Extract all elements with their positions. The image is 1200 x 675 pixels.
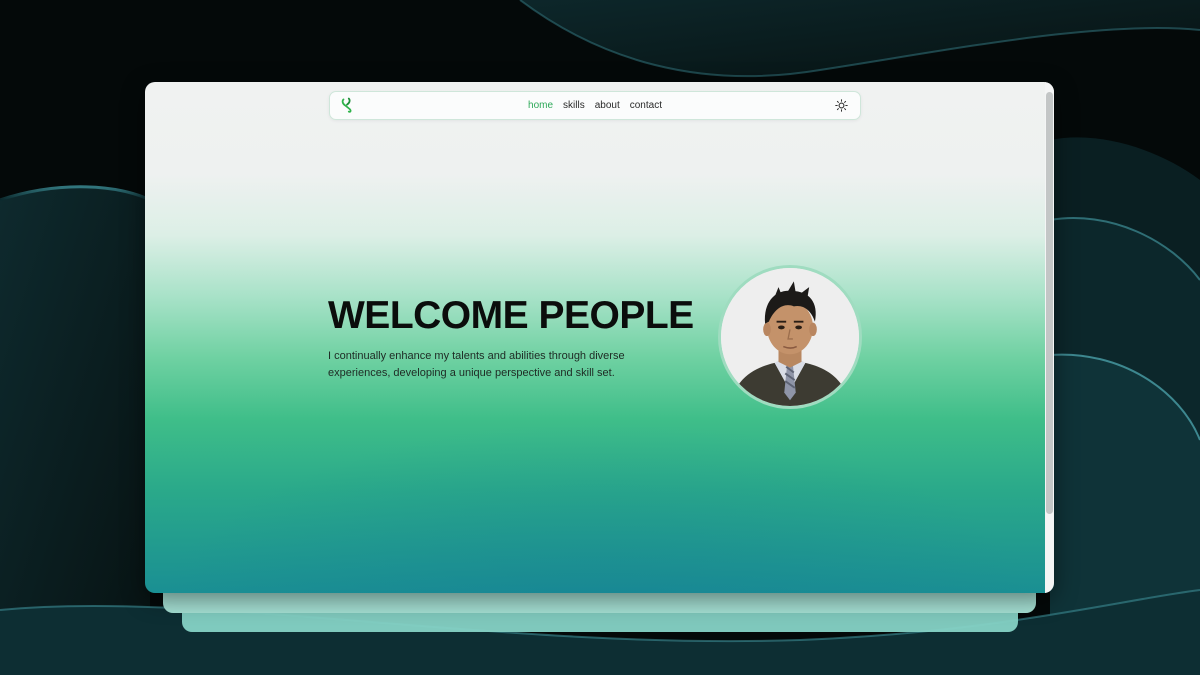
paperclip-icon[interactable] — [340, 97, 356, 115]
navbar: home skills about contact — [329, 91, 861, 120]
nav-link-skills[interactable]: skills — [563, 100, 585, 111]
sun-icon[interactable] — [835, 99, 848, 112]
hero-description: I continually enhance my talents and abi… — [328, 350, 625, 379]
hero-title: WELCOME PEOPLE — [328, 294, 694, 337]
browser-window: home skills about contact WELCOME PEOPLE… — [145, 82, 1054, 593]
nav-link-about[interactable]: about — [595, 100, 620, 111]
scrollbar-thumb[interactable] — [1046, 92, 1053, 514]
portrait-illustration — [721, 268, 859, 406]
profile-photo — [718, 265, 862, 409]
nav-link-home[interactable]: home — [528, 100, 553, 111]
nav-links: home skills about contact — [528, 100, 662, 111]
nav-link-contact[interactable]: contact — [630, 100, 662, 111]
